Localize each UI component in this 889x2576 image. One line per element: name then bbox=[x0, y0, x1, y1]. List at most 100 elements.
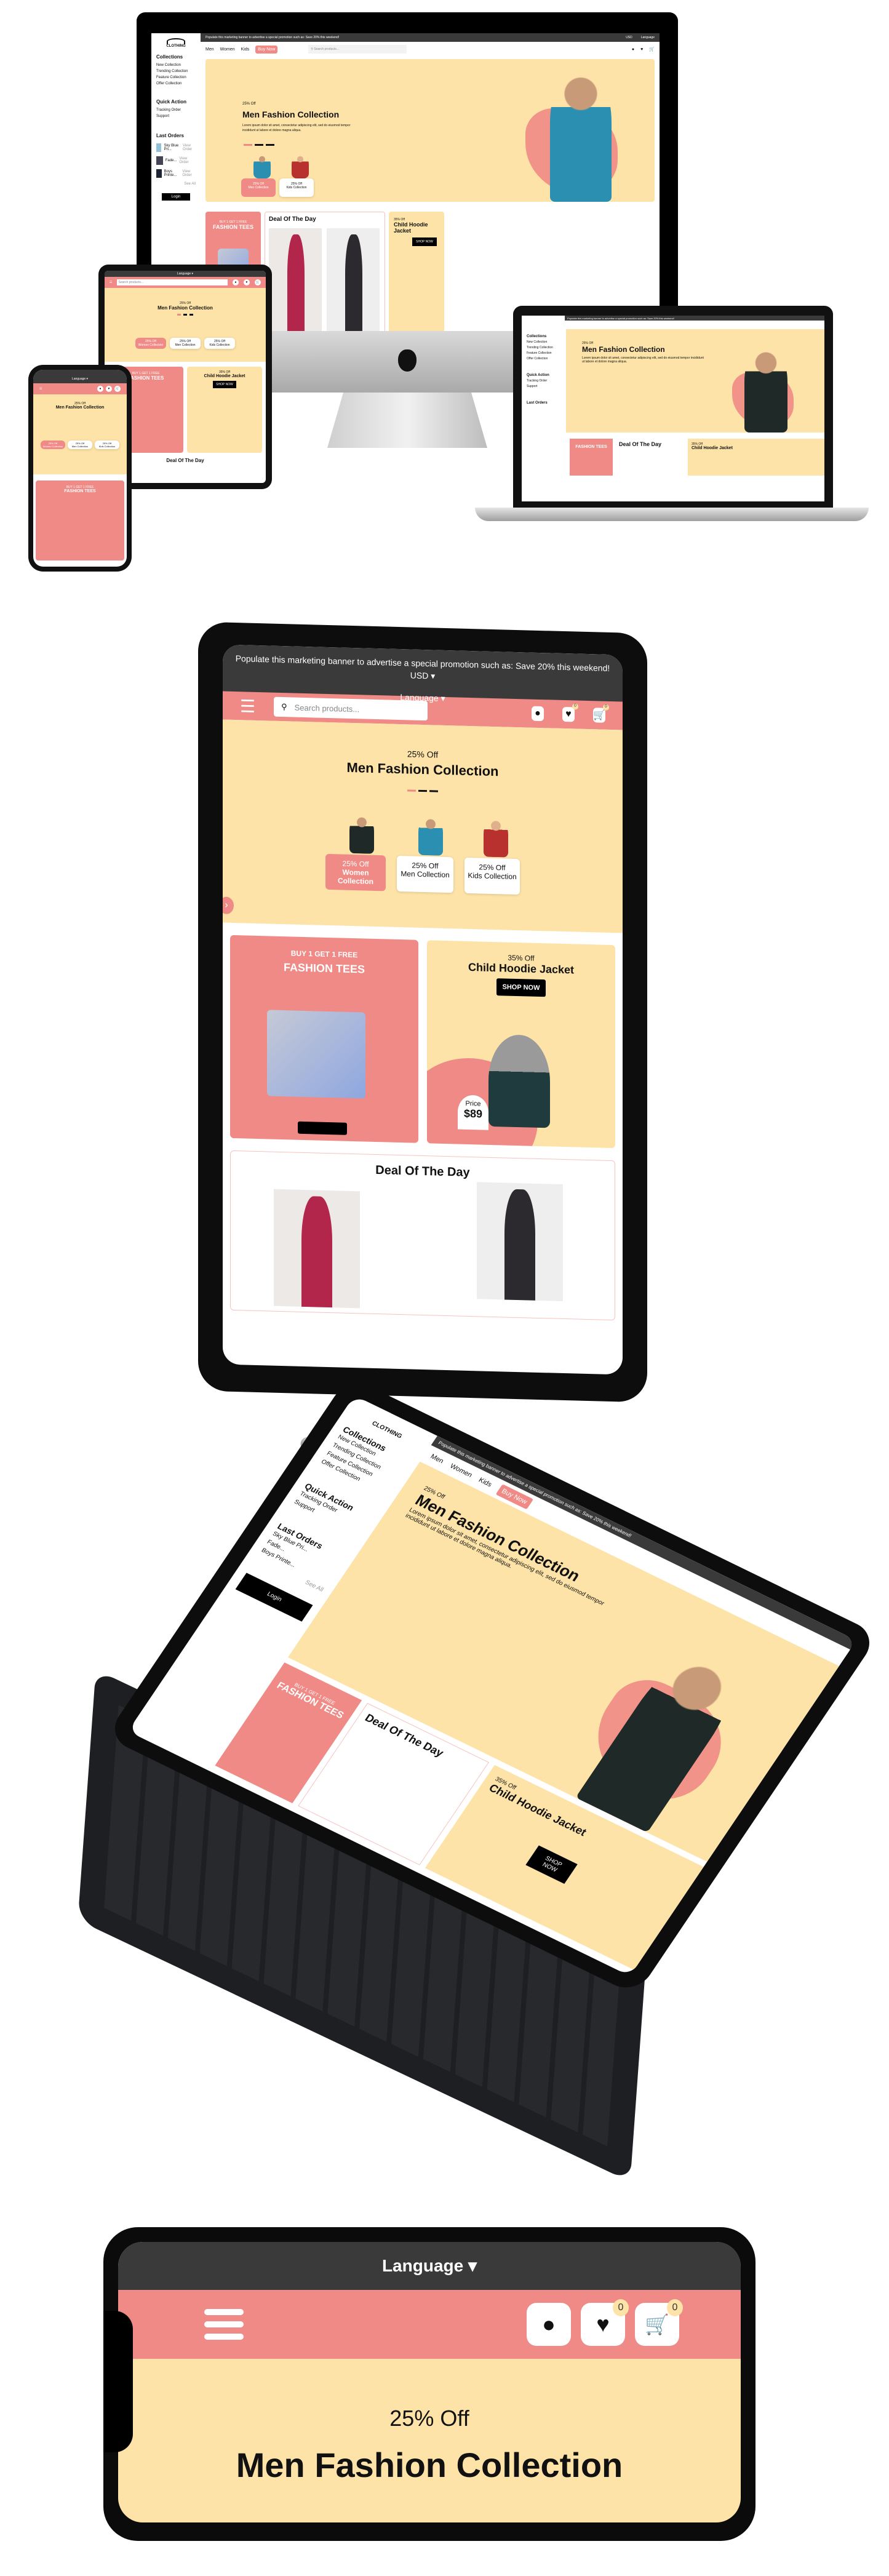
category-card-men[interactable]: 25% Off Men Collection bbox=[170, 338, 201, 349]
user-icon[interactable]: ● bbox=[97, 386, 103, 392]
cart-icon[interactable]: 🛒 0 bbox=[593, 704, 609, 723]
user-icon[interactable]: ● bbox=[527, 2303, 571, 2346]
hoodie-card[interactable]: 35% Off Child Hoodie Jacket bbox=[688, 439, 824, 476]
deal-title: Deal Of The Day bbox=[375, 1163, 470, 1180]
language-dropdown[interactable]: Language bbox=[177, 272, 191, 276]
hero-banner: 25% Off Men Fashion Collection bbox=[118, 2359, 741, 2485]
shop-now-button[interactable]: SHOP NOW bbox=[412, 237, 437, 246]
hoodie-card[interactable]: 35% Off Child Hoodie Jacket SHOP NOW Pri… bbox=[427, 940, 615, 1149]
search-input[interactable]: ⚲ Search products... bbox=[274, 696, 428, 721]
deal-product-2[interactable] bbox=[327, 228, 380, 331]
category-card-men[interactable]: 25% Off Men Collection bbox=[241, 178, 276, 197]
sidebar-item-new-collection[interactable]: New Collection bbox=[156, 63, 196, 67]
category-image-kids bbox=[292, 155, 309, 178]
hamburger-menu-icon[interactable] bbox=[204, 2309, 244, 2340]
category-image-men bbox=[253, 155, 271, 178]
deal-product-1[interactable] bbox=[274, 1189, 360, 1309]
hero-title: Men Fashion Collection bbox=[236, 2446, 623, 2484]
heart-icon[interactable]: ♥ bbox=[640, 47, 643, 52]
hero-banner: 25% Off Men Fashion Collection Lorem ips… bbox=[566, 329, 824, 433]
support-link[interactable]: Support bbox=[156, 114, 196, 118]
carousel-dot[interactable] bbox=[418, 789, 427, 792]
user-icon[interactable]: ● bbox=[532, 706, 544, 722]
heart-icon[interactable]: ♥ 0 bbox=[562, 703, 578, 722]
fashion-tees-card[interactable]: FASHION TEES bbox=[570, 439, 613, 476]
carousel-dot[interactable] bbox=[407, 789, 416, 792]
language-dropdown[interactable]: Language bbox=[72, 377, 86, 381]
cart-icon[interactable]: 🛒 bbox=[255, 279, 261, 285]
sidebar-item-trending-collection[interactable]: Trending Collection bbox=[156, 70, 196, 73]
carousel-dots[interactable] bbox=[223, 778, 623, 800]
store-logo[interactable]: CLOTHING bbox=[156, 38, 196, 48]
phone-screen: Language ▾ ☰ ● ♥ 🛒 25% Off Men Fashion C… bbox=[33, 370, 127, 567]
hamburger-menu-icon[interactable]: ☰ bbox=[240, 696, 255, 717]
view-order-link[interactable]: View Order bbox=[179, 157, 196, 164]
laptop-base bbox=[475, 508, 869, 521]
category-card-men[interactable]: 25% Off Men Collection bbox=[68, 441, 92, 449]
category-card-kids[interactable]: 25% Off Kids Collection bbox=[464, 857, 520, 895]
buy-now-button[interactable]: Buy Now bbox=[255, 45, 278, 54]
heart-icon[interactable]: ♥ bbox=[106, 386, 112, 392]
quick-action-title: Quick Action bbox=[156, 99, 187, 105]
deal-product-2[interactable] bbox=[477, 1182, 563, 1301]
category-card-kids[interactable]: 25% Off Kids Collection bbox=[95, 441, 119, 449]
hoodie-image bbox=[488, 1034, 550, 1128]
nav-women[interactable]: Women bbox=[220, 47, 235, 52]
user-icon[interactable]: ● bbox=[233, 279, 239, 285]
search-input[interactable]: Search products... bbox=[117, 279, 228, 285]
see-all-link[interactable]: See All bbox=[156, 182, 196, 186]
hamburger-menu-icon[interactable]: ☰ bbox=[110, 281, 112, 284]
phone-notch bbox=[103, 2311, 133, 2452]
ipad-keyboard-device: CLOTHING Collections New Collection Trend… bbox=[68, 1376, 880, 2182]
cart-count: 0 bbox=[603, 704, 609, 711]
cart-icon[interactable]: 🛒 bbox=[649, 47, 655, 52]
deal-product-1[interactable] bbox=[269, 228, 322, 331]
search-input[interactable]: ⚲ Search products... bbox=[308, 45, 407, 54]
hoodie-card[interactable]: 35% Off Child Hoodie Jacket SHOP NOW bbox=[389, 212, 444, 331]
view-order-link[interactable]: View Order bbox=[183, 144, 196, 151]
cart-icon[interactable]: 🛒 bbox=[114, 386, 121, 392]
currency-dropdown[interactable]: USD bbox=[626, 36, 632, 39]
language-dropdown[interactable]: Language bbox=[382, 2256, 463, 2275]
fashion-tees-card[interactable]: BUY 1 GET 1 FREE FASHION TEES bbox=[230, 935, 418, 1143]
hoodie-card[interactable]: 35% Off Child Hoodie Jacket SHOP NOW bbox=[187, 367, 262, 453]
user-icon[interactable]: ● bbox=[632, 47, 634, 52]
carousel-next-button[interactable]: › bbox=[223, 896, 234, 914]
hero-banner: 25% Off Men Fashion Collection 25% Off Wo… bbox=[33, 394, 127, 474]
carousel-dot[interactable] bbox=[429, 790, 438, 792]
hero-banner: 25% Off Men Fashion Collection 25% Off Wo… bbox=[105, 288, 266, 362]
hamburger-menu-icon[interactable]: ☰ bbox=[39, 387, 42, 391]
tracking-order-link[interactable]: Tracking Order bbox=[156, 108, 196, 112]
search-icon: ⚲ bbox=[281, 701, 287, 712]
category-card-kids[interactable]: 25% Off Kids Collection bbox=[279, 178, 314, 197]
currency-dropdown[interactable]: USD bbox=[410, 670, 429, 680]
category-card-women[interactable]: 25% Off Women Collection bbox=[135, 338, 166, 349]
nav-kids[interactable]: Kids bbox=[241, 47, 250, 52]
category-card-women[interactable]: 25% Off Women Collection bbox=[41, 441, 65, 449]
deal-title: Deal Of The Day bbox=[269, 216, 316, 223]
language-dropdown[interactable]: Language bbox=[641, 36, 655, 39]
category-card-men[interactable]: 25% Off Men Collection bbox=[397, 855, 453, 893]
promo-banner-bar: Populate this marketing banner to advert… bbox=[201, 33, 660, 42]
shop-now-button[interactable]: SHOP NOW bbox=[525, 1845, 578, 1884]
sidebar-item-offer-collection[interactable]: Offer Collection bbox=[156, 82, 196, 86]
fashion-tees-button[interactable] bbox=[298, 1121, 347, 1135]
login-button[interactable]: Login bbox=[162, 193, 190, 201]
fashion-tees-card[interactable]: BUY 1 GET 1 FREE FASHION TEES bbox=[36, 481, 124, 560]
wishlist-count: 0 bbox=[613, 2299, 629, 2316]
category-card-women[interactable]: 25% Off Women Collection bbox=[325, 853, 386, 891]
cart-icon[interactable]: 🛒 0 bbox=[635, 2299, 683, 2346]
nav-men[interactable]: Men bbox=[205, 47, 214, 52]
laptop-device: Populate this marketing banner to advert… bbox=[475, 306, 869, 533]
shop-now-button[interactable]: SHOP NOW bbox=[213, 381, 236, 388]
heart-icon[interactable]: ♥ 0 bbox=[581, 2299, 629, 2346]
carousel-dots[interactable] bbox=[242, 138, 276, 149]
view-order-link[interactable]: View Order bbox=[182, 170, 196, 177]
hero-model-image bbox=[550, 70, 612, 202]
collections-title: Collections bbox=[156, 54, 183, 60]
sidebar-item-feature-collection[interactable]: Feature Collection bbox=[156, 76, 196, 79]
category-card-kids[interactable]: 25% Off Kids Collection bbox=[204, 338, 235, 349]
heart-icon[interactable]: ♥ bbox=[244, 279, 250, 285]
shop-now-button[interactable]: SHOP NOW bbox=[496, 978, 546, 997]
deal-of-day-card: Deal Of The Day bbox=[265, 212, 385, 331]
